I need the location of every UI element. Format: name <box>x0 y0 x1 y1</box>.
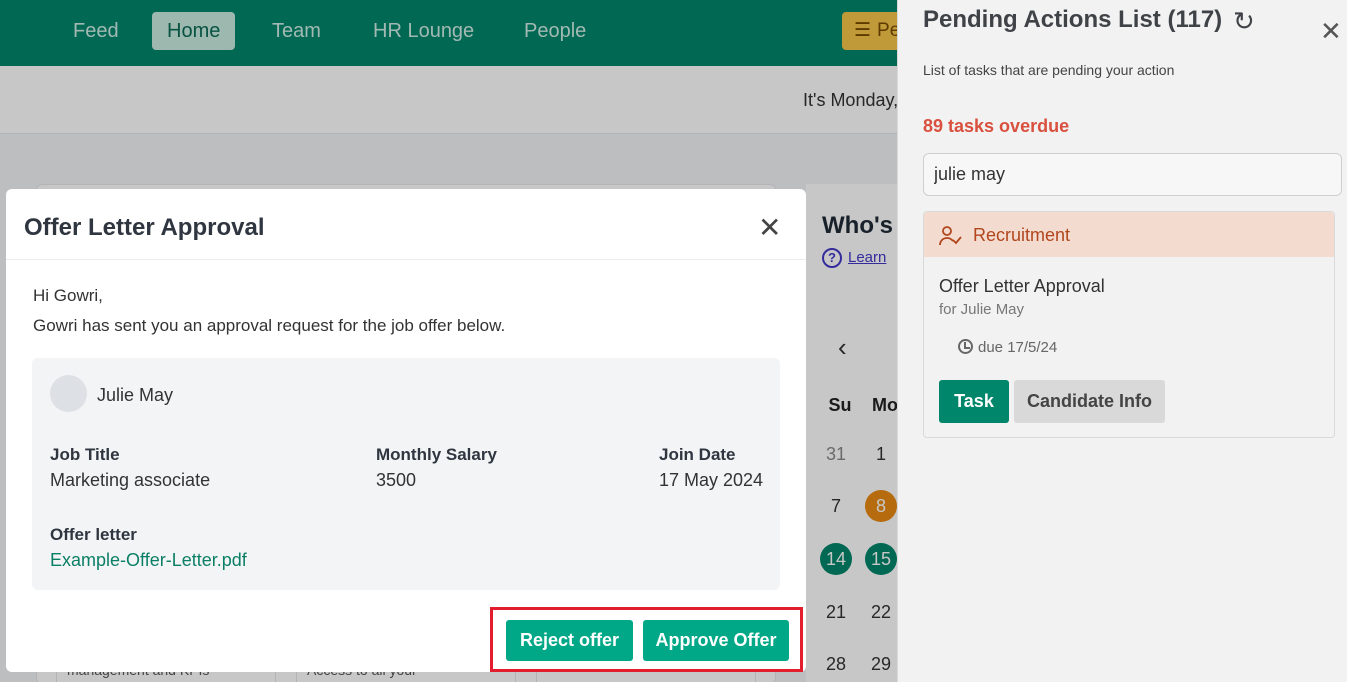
task-button[interactable]: Task <box>939 380 1009 423</box>
join-date-value: 17 May 2024 <box>659 470 764 490</box>
panel-title: Pending Actions List (117) <box>923 6 1223 33</box>
join-date-label: Join Date <box>659 445 736 464</box>
candidate-info-button[interactable]: Candidate Info <box>1014 380 1165 423</box>
task-card: Recruitment Offer Letter Approval for Ju… <box>923 211 1335 438</box>
task-subject: for Julie May <box>939 301 1025 318</box>
greeting-text: Hi Gowri, <box>33 286 103 305</box>
pending-actions-panel: Pending Actions List (117) ↻ ✕ List of t… <box>897 0 1347 682</box>
salary-value: 3500 <box>376 470 417 490</box>
overdue-count: 89 tasks overdue <box>923 116 1070 136</box>
divider <box>6 259 806 260</box>
approve-offer-button[interactable]: Approve Offer <box>643 620 789 661</box>
candidate-name: Julie May <box>97 385 174 405</box>
panel-subtitle: List of tasks that are pending your acti… <box>923 62 1175 78</box>
job-title-value: Marketing associate <box>50 470 211 490</box>
offer-approval-modal: Offer Letter Approval ✕ Hi Gowri, Gowri … <box>6 189 806 672</box>
task-category: Recruitment <box>973 225 1071 245</box>
search-input[interactable] <box>923 153 1342 196</box>
reject-offer-button[interactable]: Reject offer <box>506 620 633 661</box>
job-title-label: Job Title <box>50 445 120 464</box>
refresh-icon[interactable]: ↻ <box>1233 6 1255 37</box>
task-category-header: Recruitment <box>924 212 1334 257</box>
close-icon[interactable]: ✕ <box>758 214 781 242</box>
person-check-icon <box>939 226 962 246</box>
clock-icon <box>958 339 973 354</box>
offer-letter-label: Offer letter <box>50 525 137 544</box>
modal-title: Offer Letter Approval <box>24 214 265 241</box>
avatar <box>50 375 87 412</box>
close-icon[interactable]: ✕ <box>1320 18 1342 44</box>
offer-details: Julie May Job Title Marketing associate … <box>32 358 780 590</box>
task-due: due 17/5/24 <box>958 339 1057 356</box>
task-title: Offer Letter Approval <box>939 276 1105 296</box>
offer-letter-link[interactable]: Example-Offer-Letter.pdf <box>50 550 247 571</box>
request-message: Gowri has sent you an approval request f… <box>33 316 506 335</box>
salary-label: Monthly Salary <box>376 445 497 464</box>
